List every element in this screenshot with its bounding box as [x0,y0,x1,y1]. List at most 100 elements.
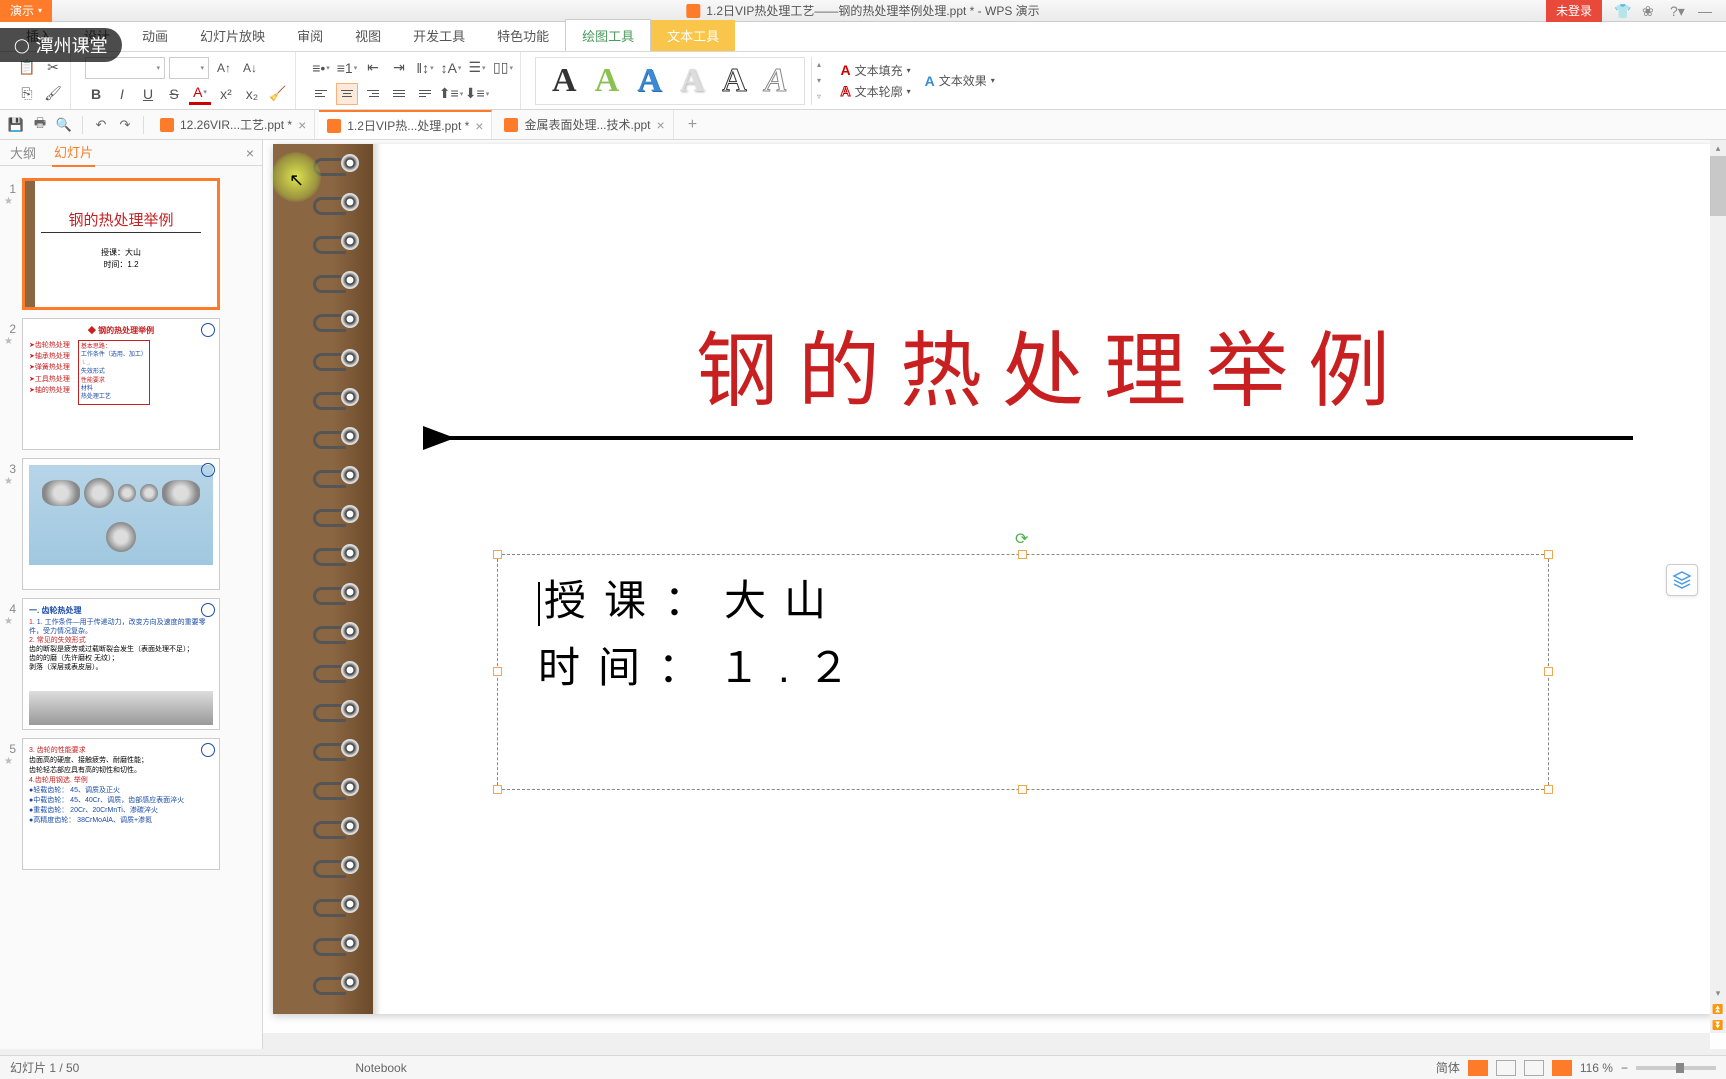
panel-close-icon[interactable]: × [246,145,262,161]
slide-thumbnail-5[interactable]: 3. 齿轮的性能要求 齿面高的硬度、接触疲劳、耐磨性能；齿轮轻芯部应具有高的韧性… [22,738,220,870]
resize-handle[interactable] [1544,667,1553,676]
zoom-slider[interactable] [1636,1066,1716,1070]
wordart-more-button[interactable]: ▴▾▿ [811,57,827,105]
slide-thumbnail-4[interactable]: 一. 齿轮热处理 1. 1. 工作条件—用于传递动力，改变方向及速度的重要零件，… [22,598,220,730]
align-justify-button[interactable] [388,83,410,105]
wordart-style-5[interactable]: A [722,62,747,100]
menu-text-tools[interactable]: 文本工具 [651,20,735,51]
selected-text-box[interactable]: ⟳ 授课：大山 时间：１.２ [497,554,1549,790]
skin-icon[interactable]: 👕 [1614,3,1630,19]
panel-tab-slides[interactable]: 幻灯片 [52,138,95,167]
undo-icon[interactable]: ↶ [91,115,111,135]
app-mode-badge[interactable]: 演示 [0,0,52,22]
resize-handle[interactable] [1018,785,1027,794]
wordart-style-2[interactable]: A [595,62,620,100]
print-icon[interactable]: 🖶 [30,115,50,135]
rotate-handle-icon[interactable]: ⟳ [1015,529,1031,545]
view-normal-button[interactable] [1468,1060,1488,1076]
print-preview-icon[interactable]: 🔍 [54,115,74,135]
wordart-style-3[interactable]: A [637,62,662,100]
zoom-level[interactable]: 116 % [1580,1061,1613,1075]
resize-handle[interactable] [493,785,502,794]
save-icon[interactable]: 💾 [6,115,26,135]
columns-button[interactable]: ▯▯ [492,57,514,79]
scroll-up-icon[interactable]: ▴ [1710,140,1726,156]
thumbnail-list[interactable]: 1★ 钢的热处理举例 授课：大山时间：1.2 2★ ◆ 钢的热处理举例 [0,166,262,1049]
resize-handle[interactable] [493,667,502,676]
slide-title-box[interactable]: 钢的热处理举例 [453,304,1653,423]
menu-view[interactable]: 视图 [339,20,397,51]
slide-thumbnail-2[interactable]: ◆ 钢的热处理举例 ➤齿轮热处理➤轴承热处理➤弹簧热处理➤工具热处理➤轴的热处理… [22,318,220,450]
align-left-button[interactable] [310,83,332,105]
minimize-icon[interactable]: — [1698,3,1714,19]
font-color-button[interactable]: A [189,83,211,105]
menu-drawing-tools[interactable]: 绘图工具 [565,19,651,51]
numbering-button[interactable]: ≡1 [336,57,358,79]
vertical-scrollbar[interactable]: ▴ ▾ ⏫ ⏬ [1710,140,1726,1033]
view-sorter-button[interactable] [1496,1060,1516,1076]
spacing-after-button[interactable]: ⬇≡ [466,83,488,105]
login-button[interactable]: 未登录 [1546,0,1602,22]
new-tab-button[interactable]: + [678,116,707,134]
slide-canvas-area[interactable]: ↖ document.write(Array.from({length:22},… [263,140,1726,1049]
help-icon[interactable]: ?▾ [1670,3,1686,19]
text-direction-button[interactable]: ↕A [440,57,462,79]
scrollbar-thumb[interactable] [1710,156,1726,216]
close-icon[interactable]: × [298,117,306,133]
text-effects-button[interactable]: A文本效果▾ [925,72,995,89]
doc-tab-3[interactable]: 金属表面处理...技术.ppt × [496,110,673,139]
menu-review[interactable]: 审阅 [281,20,339,51]
next-slide-icon[interactable]: ⏬ [1710,1017,1726,1033]
close-icon[interactable]: × [657,117,665,133]
redo-icon[interactable]: ↷ [115,115,135,135]
settings-icon[interactable]: ❀ [1642,3,1658,19]
align-right-button[interactable] [362,83,384,105]
line-spacing-button[interactable]: ‖↕ [414,57,436,79]
menu-animation[interactable]: 动画 [126,20,184,51]
resize-handle[interactable] [1018,550,1027,559]
slide-canvas[interactable]: document.write(Array.from({length:22},(_… [273,144,1713,1014]
view-reading-button[interactable] [1524,1060,1544,1076]
clear-format-icon[interactable]: 🧹 [267,83,289,105]
increase-indent-button[interactable]: ⇥ [388,57,410,79]
superscript-button[interactable]: x² [215,83,237,105]
strike-button[interactable]: S [163,83,185,105]
text-fill-button[interactable]: A文本填充▾ [841,62,911,79]
increase-font-icon[interactable]: A↑ [213,57,235,79]
panel-tab-outline[interactable]: 大纲 [8,139,38,166]
menu-devtools[interactable]: 开发工具 [397,20,481,51]
align-center-button[interactable] [336,83,358,105]
wordart-style-6[interactable]: A [765,62,788,100]
wordart-style-1[interactable]: A [552,62,577,100]
subscript-button[interactable]: x₂ [241,83,263,105]
menu-slideshow[interactable]: 幻灯片放映 [184,20,281,51]
italic-button[interactable]: I [111,83,133,105]
doc-tab-2[interactable]: 1.2日VIP热...处理.ppt * × [319,110,492,139]
doc-tab-1[interactable]: 12.26VIR...工艺.ppt * × [152,110,315,139]
spacing-before-button[interactable]: ⬆≡ [440,83,462,105]
resize-handle[interactable] [1544,550,1553,559]
copy-icon[interactable]: ⎘ [16,83,38,105]
bullets-button[interactable]: ≡• [310,57,332,79]
align-text-button[interactable]: ☰ [466,57,488,79]
view-slideshow-button[interactable] [1552,1060,1572,1076]
format-painter-icon[interactable]: 🖌 [42,83,64,105]
underline-button[interactable]: U [137,83,159,105]
slide-thumbnail-1[interactable]: 钢的热处理举例 授课：大山时间：1.2 [22,178,220,310]
bold-button[interactable]: B [85,83,107,105]
horizontal-scrollbar[interactable] [263,1033,1710,1049]
text-box-content[interactable]: 授课：大山 时间：１.２ [498,555,1548,713]
scroll-down-icon[interactable]: ▾ [1710,985,1726,1001]
wordart-style-4[interactable]: A [680,62,705,100]
decrease-font-icon[interactable]: A↓ [239,57,261,79]
align-distribute-button[interactable] [414,83,436,105]
menu-features[interactable]: 特色功能 [481,20,565,51]
layer-panel-button[interactable] [1666,564,1698,596]
decrease-indent-button[interactable]: ⇤ [362,57,384,79]
text-outline-button[interactable]: A文本轮廓▾ [841,83,911,100]
prev-slide-icon[interactable]: ⏫ [1710,1001,1726,1017]
resize-handle[interactable] [1544,785,1553,794]
font-size-dropdown[interactable] [169,57,209,79]
close-icon[interactable]: × [475,118,483,134]
slide-thumbnail-3[interactable] [22,458,220,590]
